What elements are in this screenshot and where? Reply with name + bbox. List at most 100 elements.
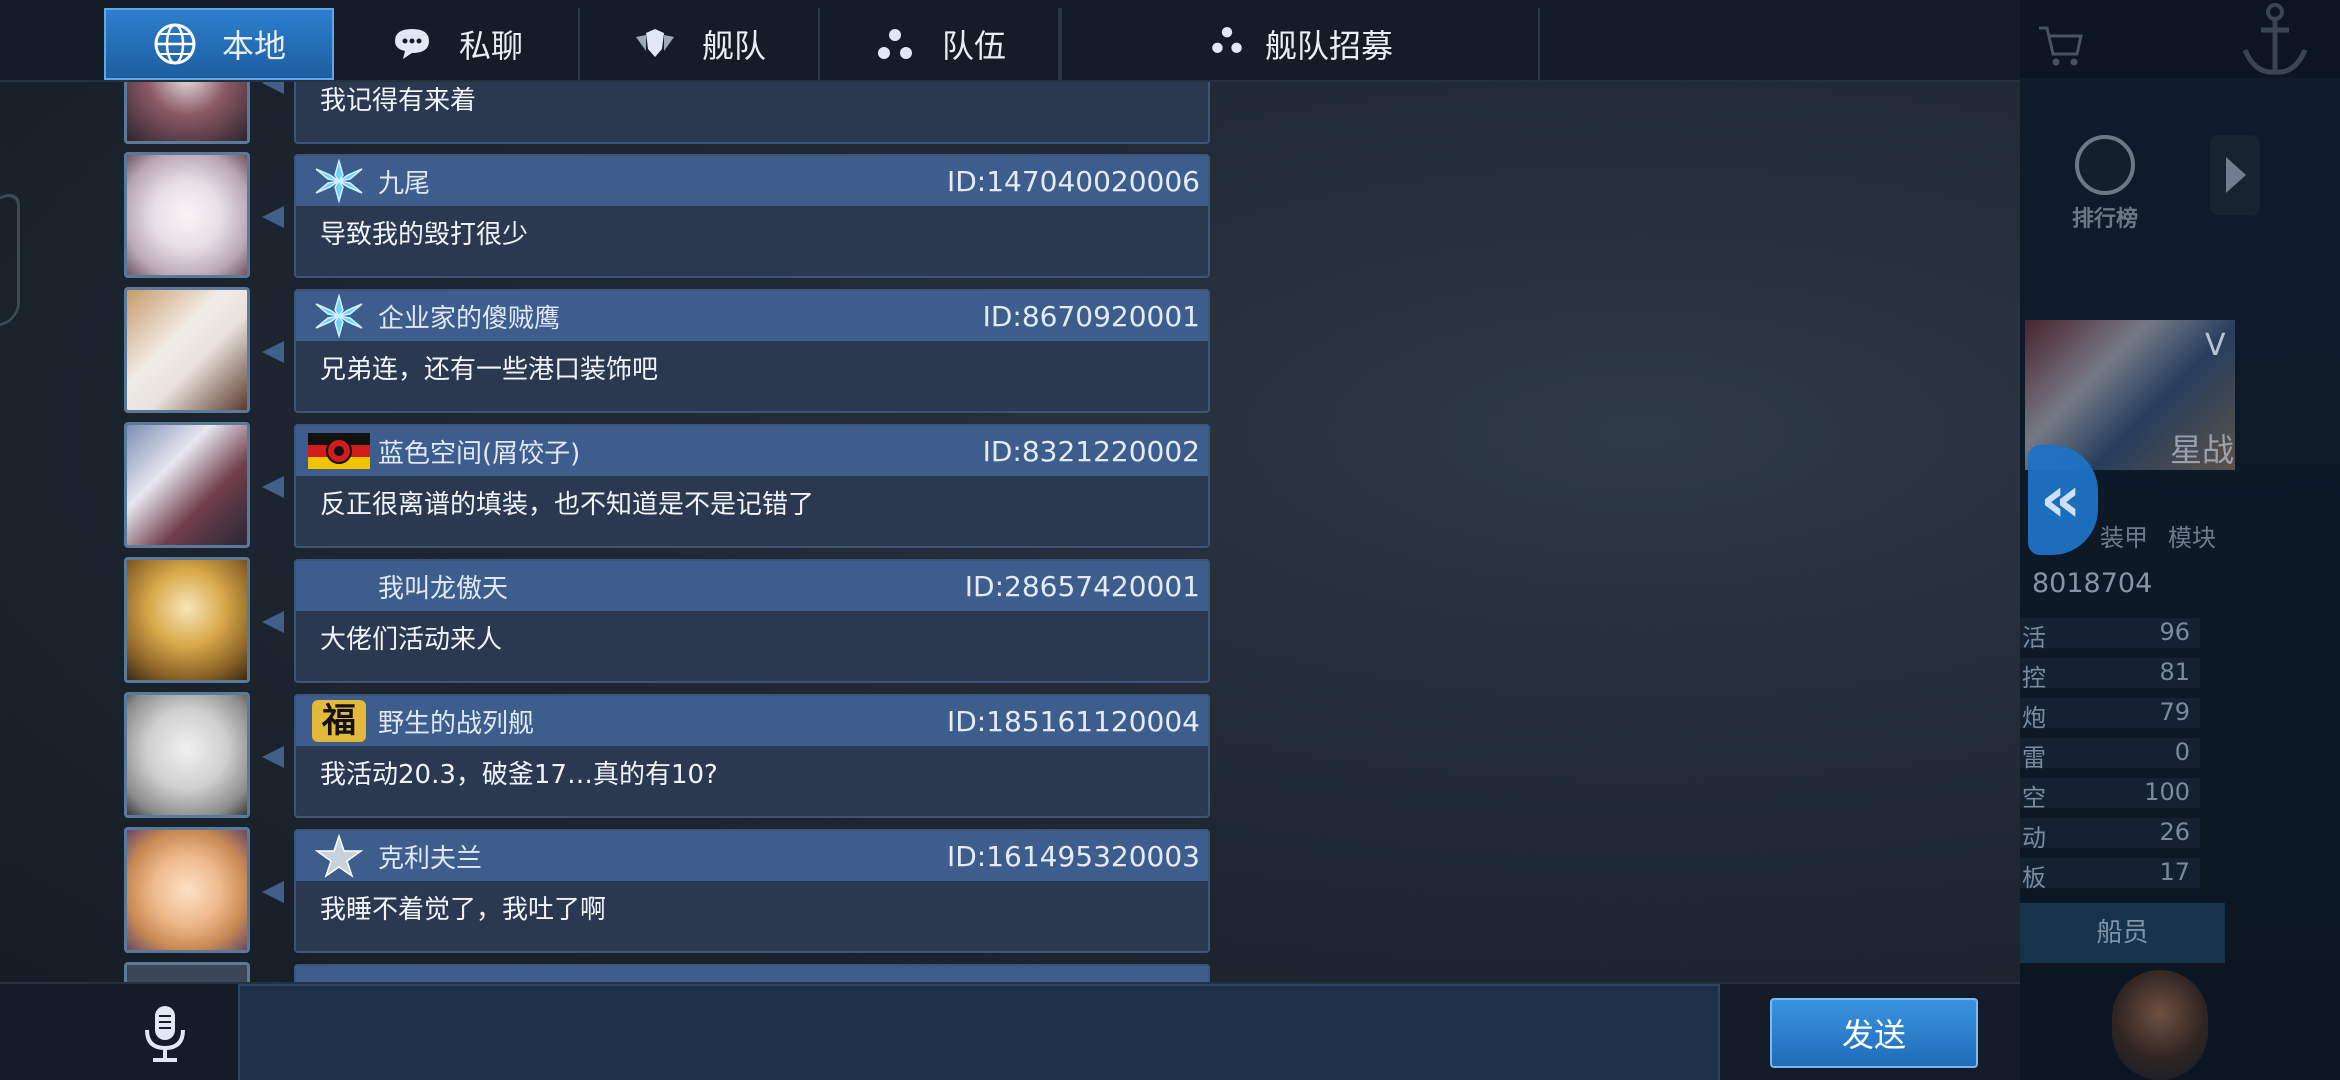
stat-value: 79 — [2159, 698, 2190, 726]
user-id: ID:147040020006 — [946, 164, 1200, 198]
message-header: 福 野生的战列舰 ID:185161120004 — [296, 696, 1208, 746]
stat-value: 26 — [2159, 818, 2190, 846]
armor-label: 装甲 — [2100, 524, 2148, 552]
message-bubble: 我记得有来着 — [294, 82, 1210, 144]
chat-input-bar: 发送 — [0, 982, 2020, 1080]
bubble-pointer — [262, 476, 284, 498]
message-bubble: 九尾 ID:147040020006 导致我的毁打很少 — [294, 154, 1210, 278]
stat-value: 81 — [2159, 658, 2190, 686]
leaderboard-button[interactable]: 排行榜 — [2060, 135, 2150, 235]
username[interactable]: 企业家的傻贼鹰 — [378, 298, 560, 335]
chat-message: 企业家的傻贼鹰 ID:8670920001 兄弟连，还有一些港口装饰吧 — [0, 283, 1230, 413]
avatar[interactable] — [124, 422, 250, 548]
module-label: 模块 — [2168, 524, 2216, 552]
snowflake-badge-icon — [306, 157, 372, 205]
avatar[interactable] — [124, 827, 250, 953]
tab-team[interactable]: 队伍 — [820, 8, 1060, 80]
message-header: 蓝色空间(屑饺子) ID:8321220002 — [296, 426, 1208, 476]
chat-message-list[interactable]: 我记得有来着 九尾 ID:147040020006 导致我的毁打很少 企业家的傻… — [0, 82, 1230, 982]
fu-character-badge-icon: 福 — [306, 697, 372, 745]
username[interactable]: 九尾 — [378, 163, 430, 200]
send-button[interactable]: 发送 — [1770, 998, 1978, 1068]
bubble-pointer — [262, 341, 284, 363]
message-bubble: 蓝色空间(屑饺子) ID:8321220002 反正很离谱的填装，也不知道是不是… — [294, 424, 1210, 548]
tab-fleet[interactable]: 舰队 — [580, 8, 820, 80]
stat-value: 0 — [2174, 738, 2190, 766]
tab-fleet-label: 舰队 — [701, 27, 766, 65]
user-id: ID:28657420001 — [964, 569, 1200, 603]
message-header: 九尾 ID:147040020006 — [296, 156, 1208, 206]
microphone-icon[interactable] — [135, 1002, 195, 1066]
next-arrow-button[interactable] — [2210, 135, 2260, 215]
ship-score: 8018704 — [2032, 568, 2153, 599]
chat-message: 克利夫兰 ID:161495320003 我睡不着觉了，我吐了啊 — [0, 823, 1230, 953]
message-text: 我记得有来着 — [320, 86, 477, 116]
dots-triangle-icon — [872, 21, 918, 67]
ship-name: 星战 — [2170, 431, 2235, 469]
message-bubble: 企业家的傻贼鹰 ID:8670920001 兄弟连，还有一些港口装饰吧 — [294, 289, 1210, 413]
chat-message: 我记得有来着 — [0, 82, 1230, 144]
user-id: ID:8321220002 — [982, 434, 1200, 468]
stat-label: 炮 — [2022, 704, 2046, 732]
stat-label: 雷 — [2022, 744, 2046, 772]
avatar[interactable] — [124, 557, 250, 683]
avatar[interactable] — [124, 82, 250, 144]
avatar[interactable] — [124, 962, 250, 982]
empty-badge — [306, 562, 372, 610]
chat-message: 蓝色空间(屑饺子) ID:8321220002 反正很离谱的填装，也不知道是不是… — [0, 418, 1230, 548]
message-bubble — [294, 964, 1210, 982]
message-input[interactable] — [238, 984, 1720, 1080]
message-header — [296, 966, 1208, 982]
user-id: ID:161495320003 — [946, 839, 1200, 873]
user-id: ID:8670920001 — [982, 299, 1200, 333]
chat-message: 九尾 ID:147040020006 导致我的毁打很少 — [0, 148, 1230, 278]
username[interactable]: 我叫龙傲天 — [378, 568, 508, 605]
message-text: 我活动20.3，破釜17…真的有10? — [320, 760, 718, 790]
snowflake-badge-icon — [306, 292, 372, 340]
bubble-pointer — [262, 206, 284, 228]
username[interactable]: 野生的战列舰 — [378, 703, 534, 740]
bubble-pointer — [262, 82, 284, 94]
avatar[interactable] — [124, 692, 250, 818]
avatar[interactable] — [124, 152, 250, 278]
avatar[interactable] — [124, 287, 250, 413]
chat-tab-bar: 本地 私聊 舰队 队伍 舰队招募 — [0, 0, 2020, 82]
message-header: 我叫龙傲天 ID:28657420001 — [296, 561, 1208, 611]
message-text: 导致我的毁打很少 — [320, 220, 529, 250]
fu-character: 福 — [312, 700, 366, 742]
tab-team-label: 队伍 — [941, 27, 1006, 65]
bubble-pointer — [262, 746, 284, 768]
anchor-icon[interactable] — [2235, 0, 2315, 80]
leaderboard-icon — [2075, 135, 2135, 195]
message-bubble: 福 野生的战列舰 ID:185161120004 我活动20.3，破釜17…真的… — [294, 694, 1210, 818]
message-text: 我睡不着觉了，我吐了啊 — [320, 895, 607, 925]
message-text: 反正很离谱的填装，也不知道是不是记错了 — [320, 490, 815, 520]
tab-private[interactable]: 私聊 — [334, 8, 580, 80]
german-flag-badge-icon — [306, 427, 372, 475]
username[interactable]: 克利夫兰 — [378, 838, 482, 875]
chat-message: 我叫龙傲天 ID:28657420001 大佬们活动来人 — [0, 553, 1230, 683]
tab-fleet-recruit[interactable]: 舰队招募 — [1060, 8, 1540, 80]
captain-avatar[interactable] — [2112, 970, 2208, 1080]
chat-bubble-icon — [389, 21, 435, 67]
crew-button[interactable]: 船员 — [2020, 903, 2225, 963]
shopping-cart-icon[interactable] — [2035, 20, 2085, 70]
stat-value: 96 — [2159, 618, 2190, 646]
stat-value: 17 — [2159, 858, 2190, 886]
username[interactable]: 蓝色空间(屑饺子) — [378, 433, 580, 470]
stat-label: 活 — [2022, 624, 2046, 652]
double-chevron-left-icon: « — [2040, 463, 2082, 537]
stat-label: 动 — [2022, 824, 2046, 852]
tab-local[interactable]: 本地 — [104, 8, 334, 80]
stat-label: 控 — [2022, 664, 2046, 692]
message-text: 大佬们活动来人 — [320, 625, 503, 655]
bubble-pointer — [262, 881, 284, 903]
tab-private-label: 私聊 — [458, 27, 523, 65]
tab-local-label: 本地 — [221, 27, 286, 65]
leaderboard-label: 排行榜 — [2071, 207, 2138, 232]
star-badge-icon — [306, 832, 372, 880]
stat-label: 板 — [2022, 864, 2046, 892]
bubble-pointer — [262, 611, 284, 633]
message-bubble: 我叫龙傲天 ID:28657420001 大佬们活动来人 — [294, 559, 1210, 683]
message-header: 克利夫兰 ID:161495320003 — [296, 831, 1208, 881]
